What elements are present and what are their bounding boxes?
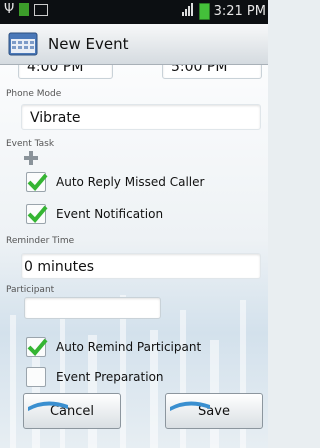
phone-mode-select[interactable]: Vibrate bbox=[21, 104, 261, 130]
auto-reply-checkbox-row[interactable]: Auto Reply Missed Caller bbox=[26, 172, 204, 192]
page-title: New Event bbox=[48, 35, 129, 53]
event-task-label: Event Task bbox=[6, 139, 55, 149]
usb-icon: Ψ bbox=[4, 2, 15, 17]
auto-reply-checkbox[interactable] bbox=[26, 172, 48, 192]
end-time-field[interactable]: 5:00 PM bbox=[162, 65, 262, 79]
event-preparation-checkbox-row[interactable]: Event Preparation bbox=[26, 367, 164, 387]
checkmark-icon bbox=[27, 173, 48, 191]
signal-icon bbox=[181, 3, 195, 20]
event-notification-checkbox-row[interactable]: Event Notification bbox=[26, 204, 163, 224]
battery-icon bbox=[198, 3, 210, 20]
event-preparation-checkbox[interactable] bbox=[26, 367, 46, 387]
auto-remind-checkbox-row[interactable]: Auto Remind Participant bbox=[26, 337, 201, 357]
button-swoosh-icon bbox=[170, 401, 210, 411]
event-preparation-label: Event Preparation bbox=[56, 370, 164, 384]
start-time-field[interactable]: 4:00 PM bbox=[18, 65, 113, 79]
participant-input[interactable] bbox=[24, 297, 161, 319]
auto-reply-label: Auto Reply Missed Caller bbox=[56, 175, 205, 189]
auto-remind-checkbox[interactable] bbox=[26, 337, 48, 357]
event-form[interactable]: 4:00 PM 5:00 PM Phone Mode Vibrate Event… bbox=[0, 65, 268, 448]
checkmark-icon bbox=[27, 205, 48, 223]
button-swoosh-icon bbox=[28, 401, 68, 411]
reminder-time-label: Reminder Time bbox=[6, 236, 75, 246]
notification-app-icon bbox=[19, 3, 30, 16]
cancel-button[interactable]: Cancel bbox=[23, 393, 121, 429]
event-notification-checkbox[interactable] bbox=[26, 204, 48, 224]
participant-label: Participant bbox=[6, 285, 55, 295]
status-time: 3:21 PM bbox=[213, 4, 266, 19]
calendar-icon bbox=[8, 31, 38, 57]
title-bar: New Event bbox=[0, 24, 268, 65]
reminder-time-select[interactable]: 0 minutes bbox=[21, 253, 261, 279]
image-icon bbox=[34, 3, 49, 16]
save-button[interactable]: Save bbox=[165, 393, 263, 429]
add-task-icon[interactable] bbox=[24, 150, 38, 169]
auto-remind-label: Auto Remind Participant bbox=[56, 340, 202, 354]
status-bar: Ψ 3:21 PM bbox=[0, 0, 268, 24]
phone-mode-label: Phone Mode bbox=[6, 89, 62, 99]
checkmark-icon bbox=[27, 338, 48, 356]
event-notification-label: Event Notification bbox=[56, 207, 164, 221]
